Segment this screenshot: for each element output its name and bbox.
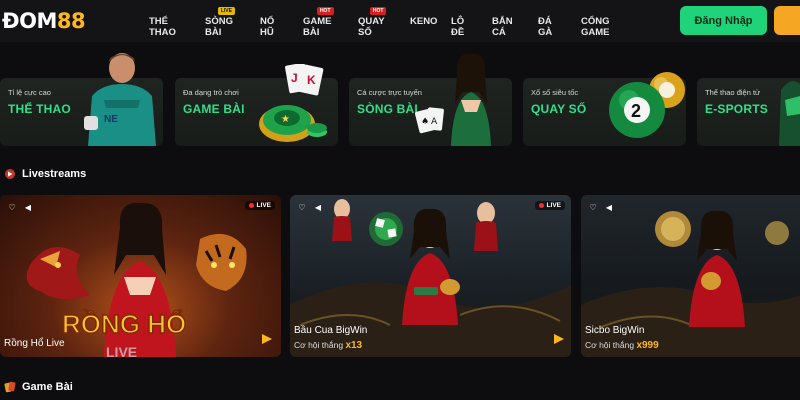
svg-text:NE: NE	[104, 114, 118, 125]
login-button[interactable]: Đăng Nhập	[680, 6, 767, 35]
rong-ho-thumbnail: RỒNG HỔ LIVE	[26, 202, 247, 357]
category-subtitle: Xổ số siêu tốc	[531, 88, 579, 97]
lottery-balls-image: 2	[609, 72, 685, 138]
svg-text:★: ★	[281, 114, 290, 125]
nav-item-da-ga[interactable]: ĐÁ GÀ	[538, 16, 552, 38]
site-logo[interactable]: ĐOM 88	[2, 9, 86, 33]
rong-ho-banner-text: RỒNG HỔ	[62, 309, 186, 339]
card-actions: ♡ ◀	[296, 201, 324, 213]
logo-text-number: 88	[56, 9, 86, 33]
live-indicator: LIVE	[244, 201, 275, 210]
live-card-title: Rồng Hổ Live	[4, 338, 65, 349]
svg-text:♠: ♠	[421, 117, 429, 127]
category-card-game-bai[interactable]: Đa dạng trò chơi GAME BÀI J K ★	[175, 64, 338, 146]
card-actions: ♡ ◀	[6, 201, 34, 213]
category-title: QUAY SỐ	[531, 102, 587, 116]
nav-item-no-hu[interactable]: NỔ HŨ	[260, 16, 274, 38]
svg-text:J: J	[291, 71, 298, 85]
heart-icon[interactable]: ♡	[587, 201, 599, 213]
logo-text-main: ĐOM	[2, 9, 57, 33]
category-title: SÒNG BÀI	[357, 102, 418, 116]
category-title: E-SPORTS	[705, 102, 768, 116]
category-card-song-bai[interactable]: Cá cược trực tuyến SÒNG BÀI ♠ A	[349, 53, 512, 146]
heart-icon[interactable]: ♡	[6, 201, 18, 213]
heart-icon[interactable]: ♡	[296, 201, 308, 213]
speaker-icon[interactable]: ◀	[312, 201, 324, 213]
nav-item-lo-de[interactable]: LÔ ĐỀ	[451, 16, 464, 38]
category-row: Tỉ lệ cực cao THỂ THAO NE Đa dạng trò ch…	[0, 53, 800, 146]
category-title: GAME BÀI	[183, 102, 245, 116]
hot-badge: HOT	[369, 7, 387, 15]
category-card-e-sports[interactable]: Thể thao điện tử E-SPORTS	[697, 78, 800, 146]
svg-text:K: K	[307, 73, 316, 87]
play-icon[interactable]	[552, 332, 566, 346]
live-badge: LIVE	[217, 7, 235, 15]
category-card-quay-so[interactable]: Xổ số siêu tốc QUAY SỐ 2	[523, 72, 686, 146]
nav-item-keno[interactable]: KENO	[410, 16, 437, 27]
live-dot-icon	[538, 203, 544, 208]
live-card-odds: Cơ hội thắng x13	[294, 340, 363, 351]
category-title: THỂ THAO	[8, 102, 71, 116]
live-card-title: Bầu Cua BigWin	[294, 325, 368, 336]
category-subtitle: Thể thao điện tử	[705, 88, 761, 97]
rong-ho-banner-sub: LIVE	[106, 344, 137, 357]
card-actions: ♡ ◀	[587, 201, 615, 213]
live-card-sicbo[interactable]: ♡ ◀ Sicbo BigWin Cơ hội thắng x999	[581, 195, 800, 357]
live-card-rong-ho[interactable]: RỒNG HỔ LIVE ♡ ◀ LIVE Rồng Hổ Live	[0, 195, 281, 357]
live-card-title: Sicbo BigWin	[585, 325, 645, 336]
svg-text:2: 2	[631, 101, 641, 121]
speaker-icon[interactable]: ◀	[22, 201, 34, 213]
live-indicator: LIVE	[534, 201, 565, 210]
nav-item-the-thao[interactable]: THỂ THAO	[149, 16, 176, 38]
register-button[interactable]	[774, 6, 800, 35]
football-player-image: NE	[84, 53, 156, 146]
play-icon[interactable]	[260, 332, 274, 346]
nav-item-song-bai[interactable]: SÒNG BÀI LIVE	[205, 7, 235, 38]
section-title-livestreams: Livestreams	[4, 168, 86, 180]
live-dot-icon	[248, 203, 254, 208]
section-title-game-bai: Game Bài	[4, 381, 73, 393]
livestream-icon	[5, 169, 15, 179]
nav-item-cong-game[interactable]: CỔNG GAME	[581, 16, 610, 38]
svg-text:A: A	[431, 117, 438, 127]
esports-character-image	[779, 81, 800, 146]
nav-item-quay-so[interactable]: QUAY SỐ HOT	[358, 7, 387, 38]
nav-item-ban-ca[interactable]: BẮN CÁ	[492, 16, 513, 38]
casino-dealer-image: ♠ A	[415, 53, 491, 146]
top-header: ĐOM 88 THỂ THAO SÒNG BÀI LIVE NỔ HŨ GAME B…	[0, 0, 800, 42]
live-card-bau-cua[interactable]: ♡ ◀ LIVE Bầu Cua BigWin Cơ hội thắng x13	[290, 195, 571, 357]
category-subtitle: Đa dạng trò chơi	[183, 88, 239, 97]
cards-icon	[4, 381, 16, 393]
category-subtitle: Cá cược trực tuyến	[357, 88, 422, 97]
hot-badge: HOT	[316, 7, 334, 15]
speaker-icon[interactable]: ◀	[603, 201, 615, 213]
cards-chips-image: J K ★	[259, 64, 327, 142]
nav-item-game-bai[interactable]: GAME BÀI HOT	[303, 7, 334, 38]
live-card-odds: Cơ hội thắng x999	[585, 340, 659, 351]
category-subtitle: Tỉ lệ cực cao	[8, 88, 51, 97]
category-card-the-thao[interactable]: Tỉ lệ cực cao THỂ THAO NE	[0, 53, 163, 146]
